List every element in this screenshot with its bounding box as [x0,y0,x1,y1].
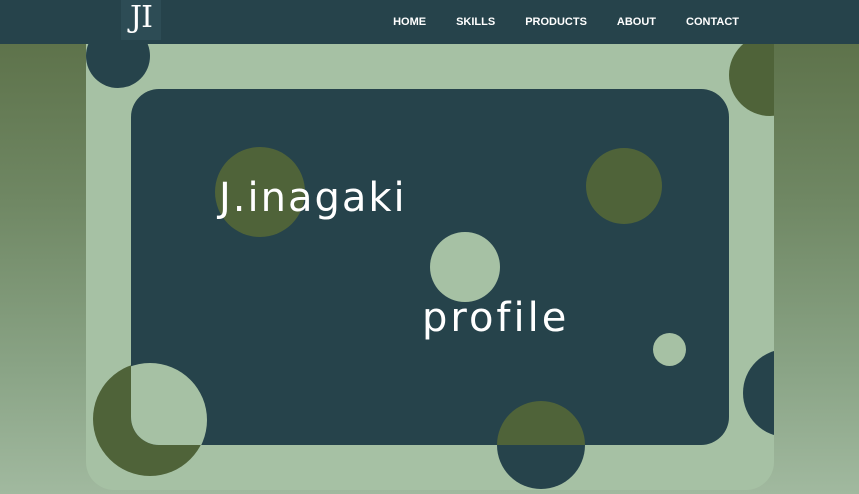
nav-about[interactable]: ABOUT [617,16,656,28]
decor-circle-top-left [86,44,150,88]
decor-circle-top-right [729,44,774,116]
hero-panel: J.inagaki profile [131,89,729,445]
hero-frame: J.inagaki profile [86,44,774,490]
decor-circle-small [653,333,686,366]
decor-circle-right-edge [743,349,774,437]
decor-circle-panel-bottom-left [131,363,207,445]
main-nav: HOME SKILLS PRODUCTS ABOUT CONTACT [363,0,739,44]
nav-contact[interactable]: CONTACT [686,16,739,28]
decor-circle-panel-bottom-center [497,401,585,445]
decor-circle-upper-right [586,148,662,224]
site-header: JI HOME SKILLS PRODUCTS ABOUT CONTACT [0,0,859,44]
hero-subtitle: profile [422,295,570,341]
site-logo[interactable]: JI [121,0,161,40]
nav-skills[interactable]: SKILLS [456,16,495,28]
decor-circle-center [430,232,500,302]
nav-home[interactable]: HOME [393,16,426,28]
hero-name: J.inagaki [219,175,407,221]
nav-products[interactable]: PRODUCTS [525,16,587,28]
